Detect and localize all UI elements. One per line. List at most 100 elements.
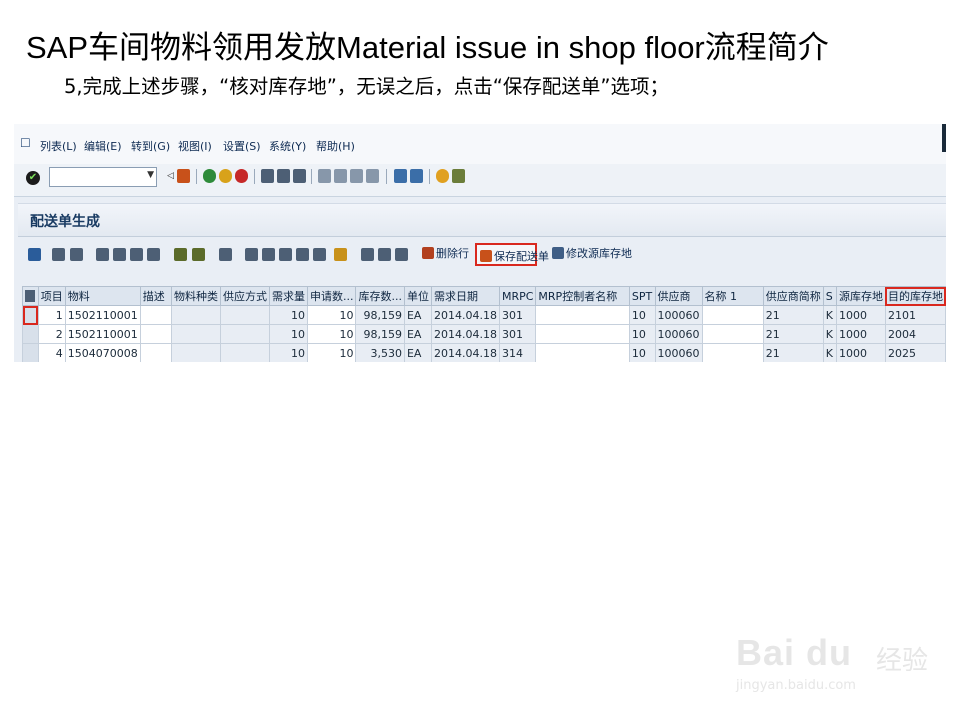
column-header[interactable]: 名称 1 (701, 286, 764, 306)
spt-cell: 10 (628, 324, 656, 344)
slide-subtitle: 5,完成上述步骤，“核对库存地”，无误之后，点击“保存配送单”选项； (64, 75, 670, 98)
requested-qty-cell[interactable]: 10 (306, 305, 357, 325)
exit-icon[interactable] (219, 169, 232, 183)
filter-set-icon[interactable] (147, 248, 160, 261)
column-header[interactable]: MRPC (498, 286, 537, 306)
grid-edit-icon (552, 247, 564, 259)
source-location-cell[interactable]: 1000 (835, 324, 886, 344)
graphic-icon[interactable] (334, 248, 347, 261)
target-location-column-header[interactable]: 目的库存地 (884, 286, 946, 306)
find-next-icon[interactable] (293, 169, 306, 183)
local-file-icon[interactable] (296, 248, 309, 261)
refresh-icon[interactable] (28, 248, 41, 261)
row-selector[interactable] (22, 324, 39, 344)
column-header[interactable]: 单位 (403, 286, 432, 306)
toolbar-separator (429, 169, 430, 184)
help-icon[interactable] (436, 169, 449, 183)
command-input[interactable] (50, 168, 142, 184)
layout-icon[interactable] (452, 169, 465, 183)
column-header[interactable]: 库存数... (355, 286, 405, 306)
modify-source-location-button[interactable]: 修改源库存地 (552, 245, 632, 265)
unit-cell: EA (403, 324, 432, 344)
details-icon[interactable] (52, 248, 65, 261)
requirement-qty-cell: 10 (268, 305, 308, 325)
unit-cell: EA (403, 305, 432, 325)
next-page-icon[interactable] (350, 169, 363, 183)
menu-help[interactable]: 帮助(H) (316, 138, 355, 154)
material-cell: 1502110001 (64, 305, 141, 325)
shortcut-icon[interactable] (410, 169, 423, 183)
back-icon[interactable] (203, 169, 216, 183)
first-page-icon[interactable] (318, 169, 331, 183)
column-header[interactable]: 供应商 (654, 286, 703, 306)
select-all-icon[interactable] (70, 248, 83, 261)
app-menu-icon[interactable]: ☐ (20, 136, 31, 150)
subtotal-icon[interactable] (192, 248, 205, 261)
column-header[interactable]: 源库存地 (835, 286, 886, 306)
supply-method-cell (219, 305, 270, 325)
spreadsheet-icon[interactable] (262, 248, 275, 261)
word-processing-icon[interactable] (279, 248, 292, 261)
column-header[interactable]: 物料 (64, 286, 141, 306)
select-layout-icon[interactable] (378, 248, 391, 261)
column-header[interactable]: 项目 (37, 286, 66, 306)
stock-qty-cell: 98,159 (355, 324, 405, 344)
save-icon (480, 250, 492, 262)
column-header[interactable]: 需求日期 (430, 286, 500, 306)
column-header[interactable]: 供应方式 (219, 286, 270, 306)
print-icon[interactable] (261, 169, 274, 183)
menu-list[interactable]: 列表(L) (40, 138, 77, 154)
requested-qty-cell[interactable]: 10 (306, 324, 357, 344)
item-cell: 2 (37, 324, 66, 344)
sort-ascending-icon[interactable] (96, 248, 109, 261)
row-selector[interactable] (22, 343, 39, 362)
prev-page-icon[interactable] (334, 169, 347, 183)
find-icon[interactable] (277, 169, 290, 183)
source-location-cell[interactable]: 1000 (835, 343, 886, 362)
export-icon[interactable] (245, 248, 258, 261)
menu-goto[interactable]: 转到(G) (131, 138, 170, 154)
sort-descending-icon[interactable] (113, 248, 126, 261)
column-header[interactable]: 需求量 (268, 286, 308, 306)
column-header[interactable]: SPT (628, 286, 656, 306)
save-layout-icon[interactable] (395, 248, 408, 261)
column-header[interactable]: MRP控制者名称 (535, 286, 630, 306)
source-location-cell[interactable]: 1000 (835, 305, 886, 325)
sum-icon[interactable] (174, 248, 187, 261)
menu-settings[interactable]: 设置(S) (223, 138, 261, 154)
cancel-icon[interactable] (235, 169, 248, 183)
column-header[interactable]: S (822, 286, 837, 306)
save-icon[interactable] (177, 169, 190, 183)
column-header[interactable]: 供应商简称 (762, 286, 824, 306)
vendor-short-name-cell: 21 (762, 305, 824, 325)
menu-view[interactable]: 视图(I) (178, 138, 212, 154)
vendor-cell: 100060 (654, 343, 703, 362)
slide-title: SAP车间物料领用发放Material issue in shop floor流… (26, 30, 829, 65)
enter-check-icon[interactable]: ✔ (26, 171, 40, 185)
menu-edit[interactable]: 编辑(E) (84, 138, 122, 154)
change-layout-icon[interactable] (361, 248, 374, 261)
mrp-controller-name-cell (535, 324, 630, 344)
row-selector[interactable] (22, 305, 39, 325)
new-session-icon[interactable] (394, 169, 407, 183)
requested-qty-cell[interactable]: 10 (306, 343, 357, 362)
delete-row-button[interactable]: 删除行 (422, 245, 469, 265)
column-header[interactable]: 申请数... (306, 286, 357, 306)
menu-system[interactable]: 系统(Y) (269, 138, 306, 154)
layout-header-icon[interactable] (22, 286, 39, 306)
mrp-controller-name-cell (535, 343, 630, 362)
delivery-table: 项目 物料 描述 物料种类 供应方式 需求量 申请数... 库存数... 单位 … (22, 286, 946, 362)
chevron-down-icon[interactable]: ▼ (147, 170, 154, 180)
mrp-controller-cell: 301 (498, 324, 537, 344)
print-preview-icon[interactable] (219, 248, 232, 261)
filter-icon[interactable] (130, 248, 143, 261)
name1-cell (701, 343, 764, 362)
command-field[interactable]: ▼ (49, 167, 157, 187)
save-delivery-button[interactable]: 保存配送单 (475, 243, 549, 266)
last-page-icon[interactable] (366, 169, 379, 183)
column-header[interactable]: 描述 (139, 286, 172, 306)
description-cell (139, 343, 172, 362)
send-icon[interactable] (313, 248, 326, 261)
column-header[interactable]: 物料种类 (170, 286, 221, 306)
back-arrow-icon[interactable]: ◁ (164, 169, 177, 183)
